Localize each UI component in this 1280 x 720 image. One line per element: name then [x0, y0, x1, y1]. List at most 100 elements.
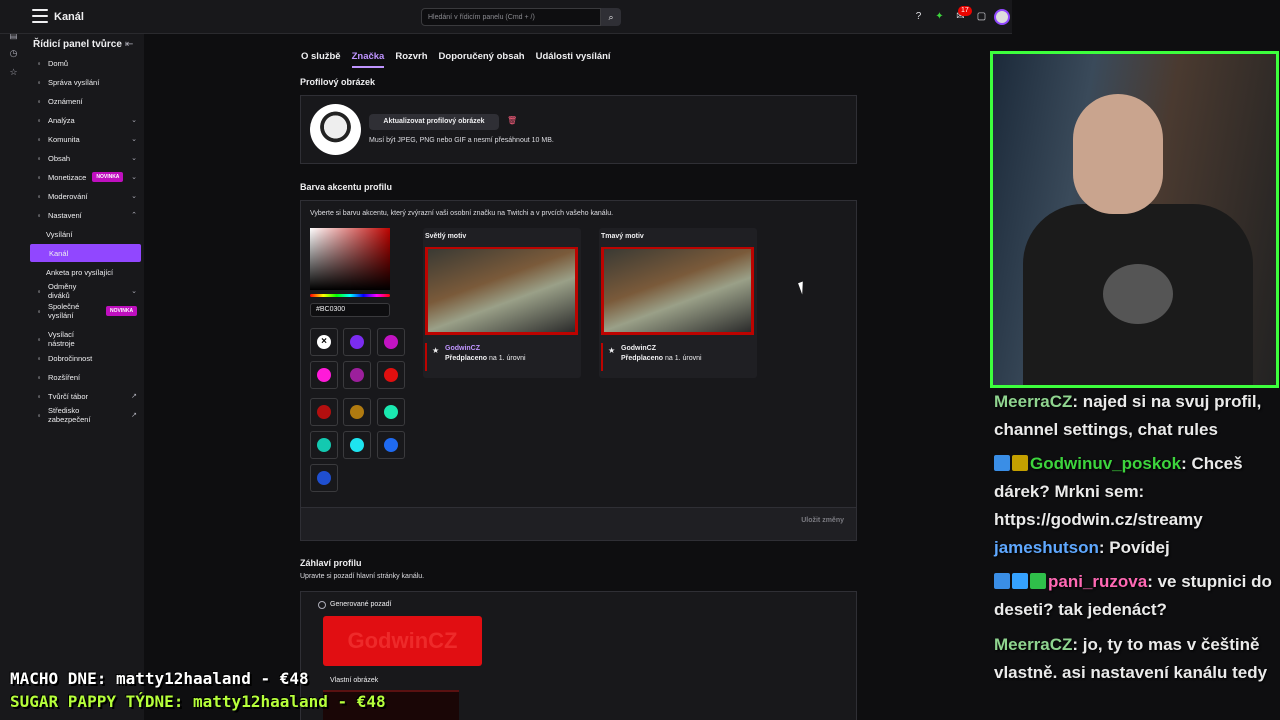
sidebar-item[interactable]: ◦ Monetizace NOVINKA ⌄ — [27, 168, 141, 186]
chevron-down-icon: ⌄ — [131, 117, 137, 124]
search-input[interactable]: Hledání v řídicím panelu (Cmd + /) — [421, 8, 601, 26]
tab[interactable]: Rozvrh — [395, 51, 427, 68]
color-swatch[interactable] — [310, 398, 338, 426]
heart-icon: ◦ — [37, 353, 41, 363]
sidebar-item-label: Středisko zabezpečení — [48, 406, 91, 424]
color-swatch[interactable] — [377, 361, 405, 389]
chat-username[interactable]: pani_ruzova — [1048, 572, 1147, 591]
swatch-dot — [317, 405, 331, 419]
sidebar-item[interactable]: ◦ Středisko zabezpečení ↗ — [27, 406, 141, 424]
chat-username[interactable]: MeerraCZ — [994, 635, 1072, 654]
tab[interactable]: Doporučený obsah — [439, 51, 525, 68]
sidebar-item[interactable]: ◦ Vysílací nástroje — [27, 330, 141, 348]
gear-icon: ◦ — [37, 210, 41, 220]
card-sub-prefix: Předplaceno — [621, 355, 664, 362]
avatar[interactable] — [994, 9, 1010, 25]
chevron-down-icon: ⌄ — [131, 136, 137, 143]
color-swatch[interactable] — [343, 431, 371, 459]
generated-radio[interactable] — [318, 601, 326, 609]
menu-icon[interactable] — [32, 9, 48, 23]
swatch-dot — [384, 335, 398, 349]
chat-badge-icon — [994, 455, 1010, 471]
card-subtext: Předplaceno na 1. úrovni — [445, 355, 526, 362]
color-picker[interactable] — [310, 228, 390, 290]
sidebar-item[interactable]: ◦ Odměny diváků ⌄ — [27, 282, 141, 300]
clock-icon[interactable]: ◷ — [8, 48, 19, 59]
tab[interactable]: Události vysílání — [536, 51, 611, 68]
left-rail: ◉ ▤ ◷ ☆ — [0, 0, 27, 720]
new-badge: NOVINKA — [92, 172, 124, 182]
sidebar-item[interactable]: ◦ Analýza ⌄ — [27, 111, 141, 129]
sidebar-item-label: Správa vysílání — [48, 77, 100, 87]
color-swatch[interactable] — [377, 398, 405, 426]
sidebar-item-label: Společné vysílání — [48, 302, 80, 320]
main-content: O službě Značka Rozvrh Doporučený obsah Udál… — [144, 34, 987, 720]
color-swatch[interactable] — [310, 464, 338, 492]
sidebar-item-label: Vysílání — [46, 229, 73, 239]
sidebar-item-label: Oznámení — [48, 96, 83, 106]
update-profile-picture-button[interactable]: Aktualizovat profilový obrázek — [369, 114, 499, 130]
sidebar-item-label: Moderování — [48, 191, 88, 201]
color-swatch[interactable] — [343, 361, 371, 389]
chat-message: Godwinuv_poskok: Chceš dárek? Mrkni sem:… — [994, 450, 1278, 534]
no-color-swatch[interactable]: × — [310, 328, 338, 356]
accent-footer: Uložit změny — [301, 507, 856, 540]
sidebar-item-label: Kanál — [49, 248, 69, 258]
sidebar-item[interactable]: ◦ Domů — [27, 54, 141, 72]
help-icon[interactable]: ? — [913, 11, 924, 22]
trash-icon[interactable]: 🗑 — [507, 116, 517, 125]
sidebar-item-label: Nastavení — [48, 210, 82, 220]
bits-icon[interactable]: ✦ — [934, 11, 945, 22]
sidebar-item[interactable]: ◦ Společné vysílání NOVINKA — [27, 302, 141, 320]
swatch-dot — [350, 335, 364, 349]
hue-slider[interactable] — [310, 294, 390, 297]
sidebar-item[interactable]: ◦ Oznámení — [27, 92, 141, 110]
sidebar-item-label: Tvůrčí tábor — [48, 391, 89, 401]
chat-username[interactable]: MeerraCZ — [994, 392, 1072, 411]
sidebar-item[interactable]: Kanál — [30, 244, 141, 262]
sidebar-item[interactable]: ◦ Moderování ⌄ — [27, 187, 141, 205]
hex-input[interactable]: #BC0300 — [310, 303, 390, 317]
swatch-dot — [350, 368, 364, 382]
star-icon: ★ — [608, 346, 616, 355]
sidebar-item-label: Analýza — [48, 115, 75, 125]
color-swatch[interactable] — [310, 431, 338, 459]
color-swatch[interactable] — [377, 328, 405, 356]
sidebar-item[interactable]: ◦ Komunita ⌄ — [27, 130, 141, 148]
swatch-dot — [384, 405, 398, 419]
card-sub-suffix: na 1. úrovni — [664, 355, 702, 362]
color-swatch[interactable] — [343, 328, 371, 356]
chat-username[interactable]: jameshutson — [994, 538, 1099, 557]
sidebar-item[interactable]: ◦ Obsah ⌄ — [27, 149, 141, 167]
sidebar-item[interactable]: Vysílání — [27, 225, 141, 243]
save-button[interactable]: Uložit změny — [801, 517, 844, 524]
sidebar-item[interactable]: ◦ Nastavení ⌃ — [27, 206, 141, 224]
star-icon: ★ — [432, 346, 440, 355]
sugar-pappy-line: SUGAR PAPPY TÝDNE: matty12haaland - €48 — [10, 692, 386, 711]
chat-message: pani_ruzova: ve stupnici do deseti? tak … — [994, 568, 1278, 624]
own-image-label: Vlastní obrázek — [330, 677, 379, 684]
webcam-video — [990, 51, 1279, 388]
chevron-down-icon: ⌄ — [131, 288, 137, 295]
puzzle-icon: ◦ — [37, 372, 41, 382]
star-icon[interactable]: ☆ — [8, 67, 19, 78]
sidebar-item[interactable]: Anketa pro vysílající — [27, 263, 141, 281]
dark-theme-label: Tmavý motiv — [601, 233, 644, 240]
chat-username[interactable]: Godwinuv_poskok — [1030, 454, 1181, 473]
color-swatch[interactable] — [343, 398, 371, 426]
sidebar-item[interactable]: ◦ Tvůrčí tábor ↗ — [27, 387, 141, 405]
collapse-icon[interactable]: ⇤ — [125, 39, 133, 50]
sidebar-item[interactable]: ◦ Dobročinnost — [27, 349, 141, 367]
sidebar-item[interactable]: ◦ Rozšíření — [27, 368, 141, 386]
stream-preview — [425, 247, 578, 335]
color-swatch[interactable] — [377, 431, 405, 459]
color-swatch[interactable] — [310, 361, 338, 389]
sidebar-item[interactable]: ◦ Správa vysílání — [27, 73, 141, 91]
tab[interactable]: Značka — [351, 51, 385, 68]
swatch-dot — [317, 368, 331, 382]
search-icon[interactable]: ⌕ — [601, 8, 621, 26]
macho-line: MACHO DNE: matty12haaland - €48 — [10, 669, 309, 688]
tab[interactable]: O službě — [301, 51, 341, 68]
whisper-icon[interactable]: ▢ — [976, 11, 987, 22]
home-icon: ◦ — [37, 58, 41, 68]
